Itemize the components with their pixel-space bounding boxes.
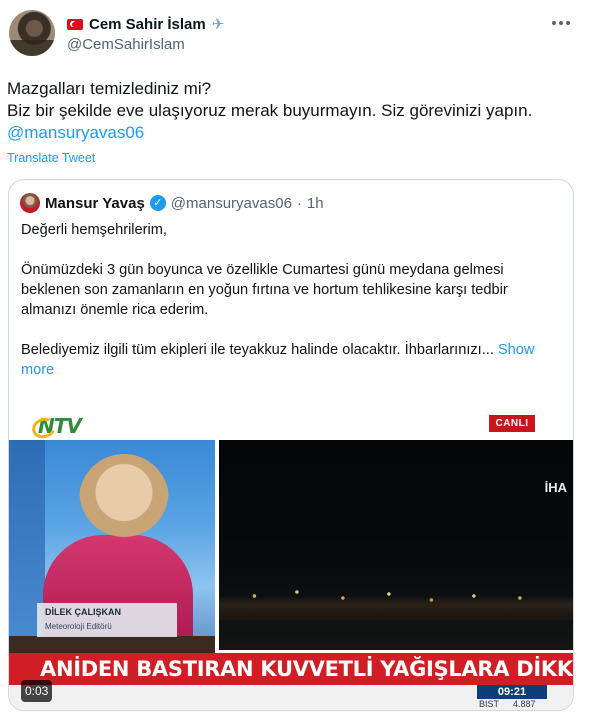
- turkey-flag-icon: [67, 18, 83, 30]
- presenter-head-image: [79, 454, 169, 564]
- quoted-author-handle[interactable]: @mansuryavas06: [171, 195, 292, 212]
- paragraph-line: Önümüzdeki 3 gün boyunca ve özellikle Cu…: [21, 262, 504, 278]
- video-duration: 0:03: [21, 680, 53, 702]
- verified-badge-icon: ✓: [149, 195, 166, 211]
- author-display-name[interactable]: Cem Sahir İslam: [89, 16, 206, 33]
- studio-frame: DİLEK ÇALIŞKAN Meteoroloji Editörü: [9, 440, 215, 655]
- tweet-text: Mazgalları temizlediniz mi? Biz bir şeki…: [7, 78, 582, 144]
- quoted-author-name[interactable]: Mansur Yavaş: [45, 195, 145, 212]
- greeting-text: Değerli hemşehrilerim,: [21, 222, 167, 238]
- news-headline: ANİDEN BASTIRAN KUVVETLİ YAĞIŞLARA DİKKA…: [40, 657, 573, 681]
- paragraph-text: Belediyemiz ilgili tüm ekipleri ile teya…: [21, 342, 494, 358]
- author-name-row[interactable]: Cem Sahir İslam ✈: [67, 14, 224, 34]
- ticker-value: 4.887: [513, 699, 536, 709]
- quoted-author-avatar[interactable]: [20, 193, 40, 213]
- author-handle[interactable]: @CemSahirIslam: [67, 36, 185, 53]
- presenter-caption: DİLEK ÇALIŞKAN Meteoroloji Editörü: [37, 603, 177, 637]
- news-headline-bar: ANİDEN BASTIRAN KUVVETLİ YAĞIŞLARA DİKKA…: [9, 653, 573, 685]
- ntv-logo: NTV: [38, 414, 82, 438]
- paragraph-line: almanızı önemle rica ederim.: [21, 302, 209, 318]
- paragraph-line: beklenen son zamanların en yoğun fırtına…: [21, 282, 508, 298]
- presenter-role: Meteoroloji Editörü: [45, 622, 112, 631]
- author-avatar[interactable]: [9, 10, 55, 56]
- show-more-link[interactable]: more: [21, 360, 566, 380]
- city-lights: [219, 580, 573, 620]
- show-more-link[interactable]: Show: [494, 342, 535, 358]
- separator-dot: ·: [296, 194, 302, 212]
- ticker-label: BIST: [479, 699, 500, 709]
- tweet-line: Mazgalları temizlediniz mi?: [7, 79, 212, 98]
- mention-link[interactable]: @mansuryavas06: [7, 122, 582, 144]
- paragraph-line: Belediyemiz ilgili tüm ekipleri ile teya…: [21, 340, 566, 360]
- quoted-tweet[interactable]: Mansur Yavaş ✓ @mansuryavas06 · 1h Değer…: [8, 179, 574, 711]
- quoted-tweet-time[interactable]: 1h: [307, 195, 324, 212]
- quoted-tweet-body: Değerli hemşehrilerim, Önümüzdeki 3 gün …: [21, 220, 566, 380]
- translate-tweet-link[interactable]: Translate Tweet: [7, 151, 95, 165]
- ticker-clock: 09:21: [477, 685, 547, 699]
- studio-desk: [9, 636, 215, 654]
- ticker-bar: 09:21 BIST 4.887: [9, 685, 573, 710]
- tweet-line: Biz bir şekilde eve ulaşıyoruz merak buy…: [7, 101, 533, 120]
- airplane-icon: ✈: [211, 15, 225, 33]
- presenter-name: DİLEK ÇALIŞKAN: [45, 607, 121, 617]
- video-player[interactable]: NTV CANLI DİLEK ÇALIŞKAN Meteoroloji Edi…: [9, 408, 573, 710]
- night-footage: İHA: [219, 440, 573, 650]
- more-options-icon[interactable]: [552, 18, 574, 28]
- iha-logo: İHA: [544, 480, 567, 495]
- live-badge: CANLI: [489, 415, 535, 432]
- quoted-tweet-header: Mansur Yavaş ✓ @mansuryavas06 · 1h: [20, 193, 324, 213]
- tweet-header: Cem Sahir İslam ✈ @CemSahirIslam: [9, 10, 584, 60]
